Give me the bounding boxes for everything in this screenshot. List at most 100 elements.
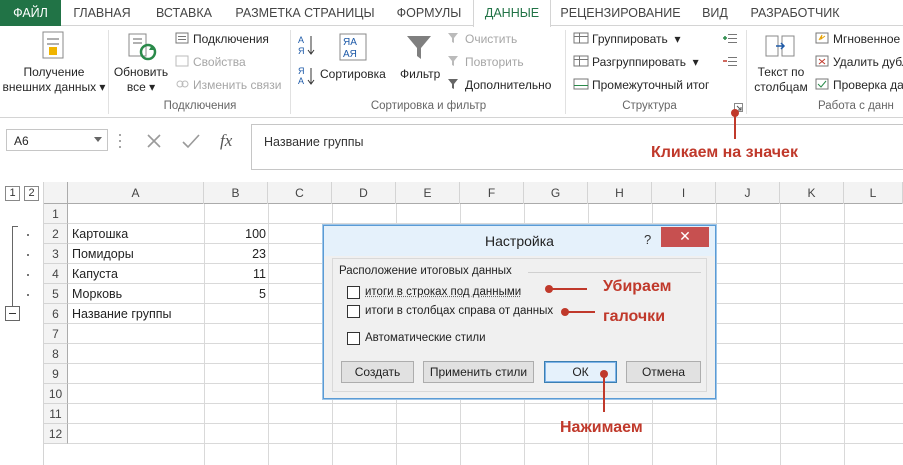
subtotal-button[interactable]: Промежуточный итог — [592, 78, 709, 92]
gridline — [268, 204, 269, 465]
select-all-corner[interactable] — [44, 182, 68, 204]
summary-columns-label[interactable]: итоги в столбцах справа от данных — [365, 305, 553, 317]
cancel-button[interactable]: Отмена — [626, 361, 701, 383]
flash-fill-button[interactable]: Мгновенное — [833, 32, 900, 46]
cell-b3[interactable]: 23 — [206, 244, 266, 264]
refresh-all-label[interactable]: Обновить все ▾ — [110, 65, 172, 95]
properties-button[interactable]: Свойства — [193, 55, 246, 69]
filter-icon[interactable] — [404, 32, 434, 62]
ribbon: Получение внешних данных ▾ Обновить все … — [0, 26, 903, 118]
outline-level-1-button[interactable]: 1 — [5, 186, 20, 201]
row-header[interactable]: 8 — [44, 344, 68, 364]
tab-developer[interactable]: РАЗРАБОТЧИК — [740, 0, 850, 26]
column-header-d[interactable]: D — [332, 182, 396, 204]
tab-insert[interactable]: ВСТАВКА — [143, 0, 225, 26]
sort-dialog-icon[interactable]: ЯА АЯ — [338, 32, 368, 62]
column-header-f[interactable]: F — [460, 182, 524, 204]
formula-input[interactable]: Название группы — [251, 124, 903, 170]
svg-text:Я: Я — [298, 66, 305, 76]
filter-button[interactable]: Фильтр — [400, 67, 440, 81]
external-data-icon[interactable] — [38, 30, 68, 60]
connections-button[interactable]: Подключения — [193, 32, 269, 46]
cancel-icon[interactable] — [145, 132, 163, 150]
enter-check-icon[interactable] — [181, 132, 201, 150]
row-header[interactable]: 6 — [44, 304, 68, 324]
sort-za-icon[interactable]: Я A — [298, 66, 316, 86]
column-header-h[interactable]: H — [588, 182, 652, 204]
remove-duplicates-button[interactable]: Удалить дубл — [833, 55, 903, 69]
group-separator — [746, 30, 747, 114]
column-header-b[interactable]: B — [204, 182, 268, 204]
tab-view[interactable]: ВИД — [690, 0, 740, 26]
insert-function-icon[interactable]: fx — [218, 129, 242, 151]
tab-page-layout[interactable]: РАЗМЕТКА СТРАНИЦЫ — [225, 0, 385, 26]
row-header[interactable]: 4 — [44, 264, 68, 284]
group-button[interactable]: Группировать ▾ — [592, 32, 681, 46]
summary-rows-checkbox[interactable] — [347, 286, 360, 299]
group-separator — [565, 30, 566, 114]
summary-rows-label[interactable]: итоги в строках под данными — [365, 286, 521, 298]
sort-az-icon[interactable]: A Я — [298, 34, 316, 56]
cell-a6[interactable]: Название группы — [72, 304, 171, 324]
column-header-j[interactable]: J — [716, 182, 780, 204]
column-header-k[interactable]: K — [780, 182, 844, 204]
tab-formulas[interactable]: ФОРМУЛЫ — [385, 0, 473, 26]
edit-links-button[interactable]: Изменить связи — [193, 78, 281, 92]
row-header[interactable]: 11 — [44, 404, 68, 424]
column-header-i[interactable]: I — [652, 182, 716, 204]
column-header-e[interactable]: E — [396, 182, 460, 204]
drag-handle-icon[interactable] — [118, 132, 122, 150]
data-validation-button[interactable]: Проверка да — [833, 78, 903, 92]
apply-styles-button[interactable]: Применить стили — [423, 361, 534, 383]
sort-filter-group-label: Сортировка и фильтр — [292, 100, 565, 114]
row-header[interactable]: 12 — [44, 424, 68, 444]
sort-button[interactable]: Сортировка — [320, 67, 386, 81]
text-to-columns-label[interactable]: Текст по столбцам — [752, 65, 810, 95]
close-button[interactable]: ✕ — [661, 227, 709, 247]
get-external-data-label[interactable]: Получение внешних данных ▾ — [2, 65, 106, 95]
tab-home[interactable]: ГЛАВНАЯ — [61, 0, 143, 26]
tab-file[interactable]: ФАЙЛ — [0, 0, 61, 26]
row-header[interactable]: 7 — [44, 324, 68, 344]
hide-detail-icon[interactable] — [722, 55, 738, 67]
chevron-down-icon[interactable] — [94, 137, 102, 142]
column-header-c[interactable]: C — [268, 182, 332, 204]
row-header[interactable]: 9 — [44, 364, 68, 384]
data-tools-group-label: Работа с данн — [818, 100, 903, 114]
collapse-group-button[interactable] — [5, 306, 20, 321]
column-header-l[interactable]: L — [844, 182, 903, 204]
auto-styles-checkbox[interactable] — [347, 332, 360, 345]
help-icon[interactable]: ? — [644, 232, 651, 247]
row-header[interactable]: 2 — [44, 224, 68, 244]
cell-a3[interactable]: Помидоры — [72, 244, 134, 264]
show-detail-icon[interactable] — [722, 32, 738, 44]
outline-level-2-button[interactable]: 2 — [24, 186, 39, 201]
annotation-press: Нажимаем — [560, 419, 643, 437]
tab-review[interactable]: РЕЦЕНЗИРОВАНИЕ — [551, 0, 690, 26]
clear-button[interactable]: Очистить — [465, 32, 517, 46]
row-header[interactable]: 3 — [44, 244, 68, 264]
cell-b2[interactable]: 100 — [206, 224, 266, 244]
refresh-all-icon[interactable] — [126, 32, 158, 62]
ungroup-button[interactable]: Разгруппировать ▾ — [592, 55, 699, 69]
cell-a2[interactable]: Картошка — [72, 224, 128, 244]
cell-a4[interactable]: Капуста — [72, 264, 118, 284]
advanced-button[interactable]: Дополнительно — [465, 78, 551, 92]
row-header[interactable]: 1 — [44, 204, 68, 224]
tab-data[interactable]: ДАННЫЕ — [473, 0, 551, 27]
cell-a5[interactable]: Морковь — [72, 284, 122, 304]
dialog-titlebar[interactable]: Настройка ? ✕ — [324, 226, 715, 256]
summary-columns-checkbox[interactable] — [347, 305, 360, 318]
row-header[interactable]: 5 — [44, 284, 68, 304]
svg-text:АЯ: АЯ — [343, 49, 357, 60]
column-header-a[interactable]: A — [68, 182, 204, 204]
auto-styles-label[interactable]: Автоматические стили — [365, 332, 486, 344]
create-button[interactable]: Создать — [341, 361, 414, 383]
name-box[interactable]: A6 — [6, 129, 108, 151]
column-header-g[interactable]: G — [524, 182, 588, 204]
cell-b5[interactable]: 5 — [206, 284, 266, 304]
text-to-columns-icon[interactable] — [764, 32, 796, 62]
row-header[interactable]: 10 — [44, 384, 68, 404]
reapply-button[interactable]: Повторить — [465, 55, 524, 69]
cell-b4[interactable]: 11 — [206, 264, 266, 284]
